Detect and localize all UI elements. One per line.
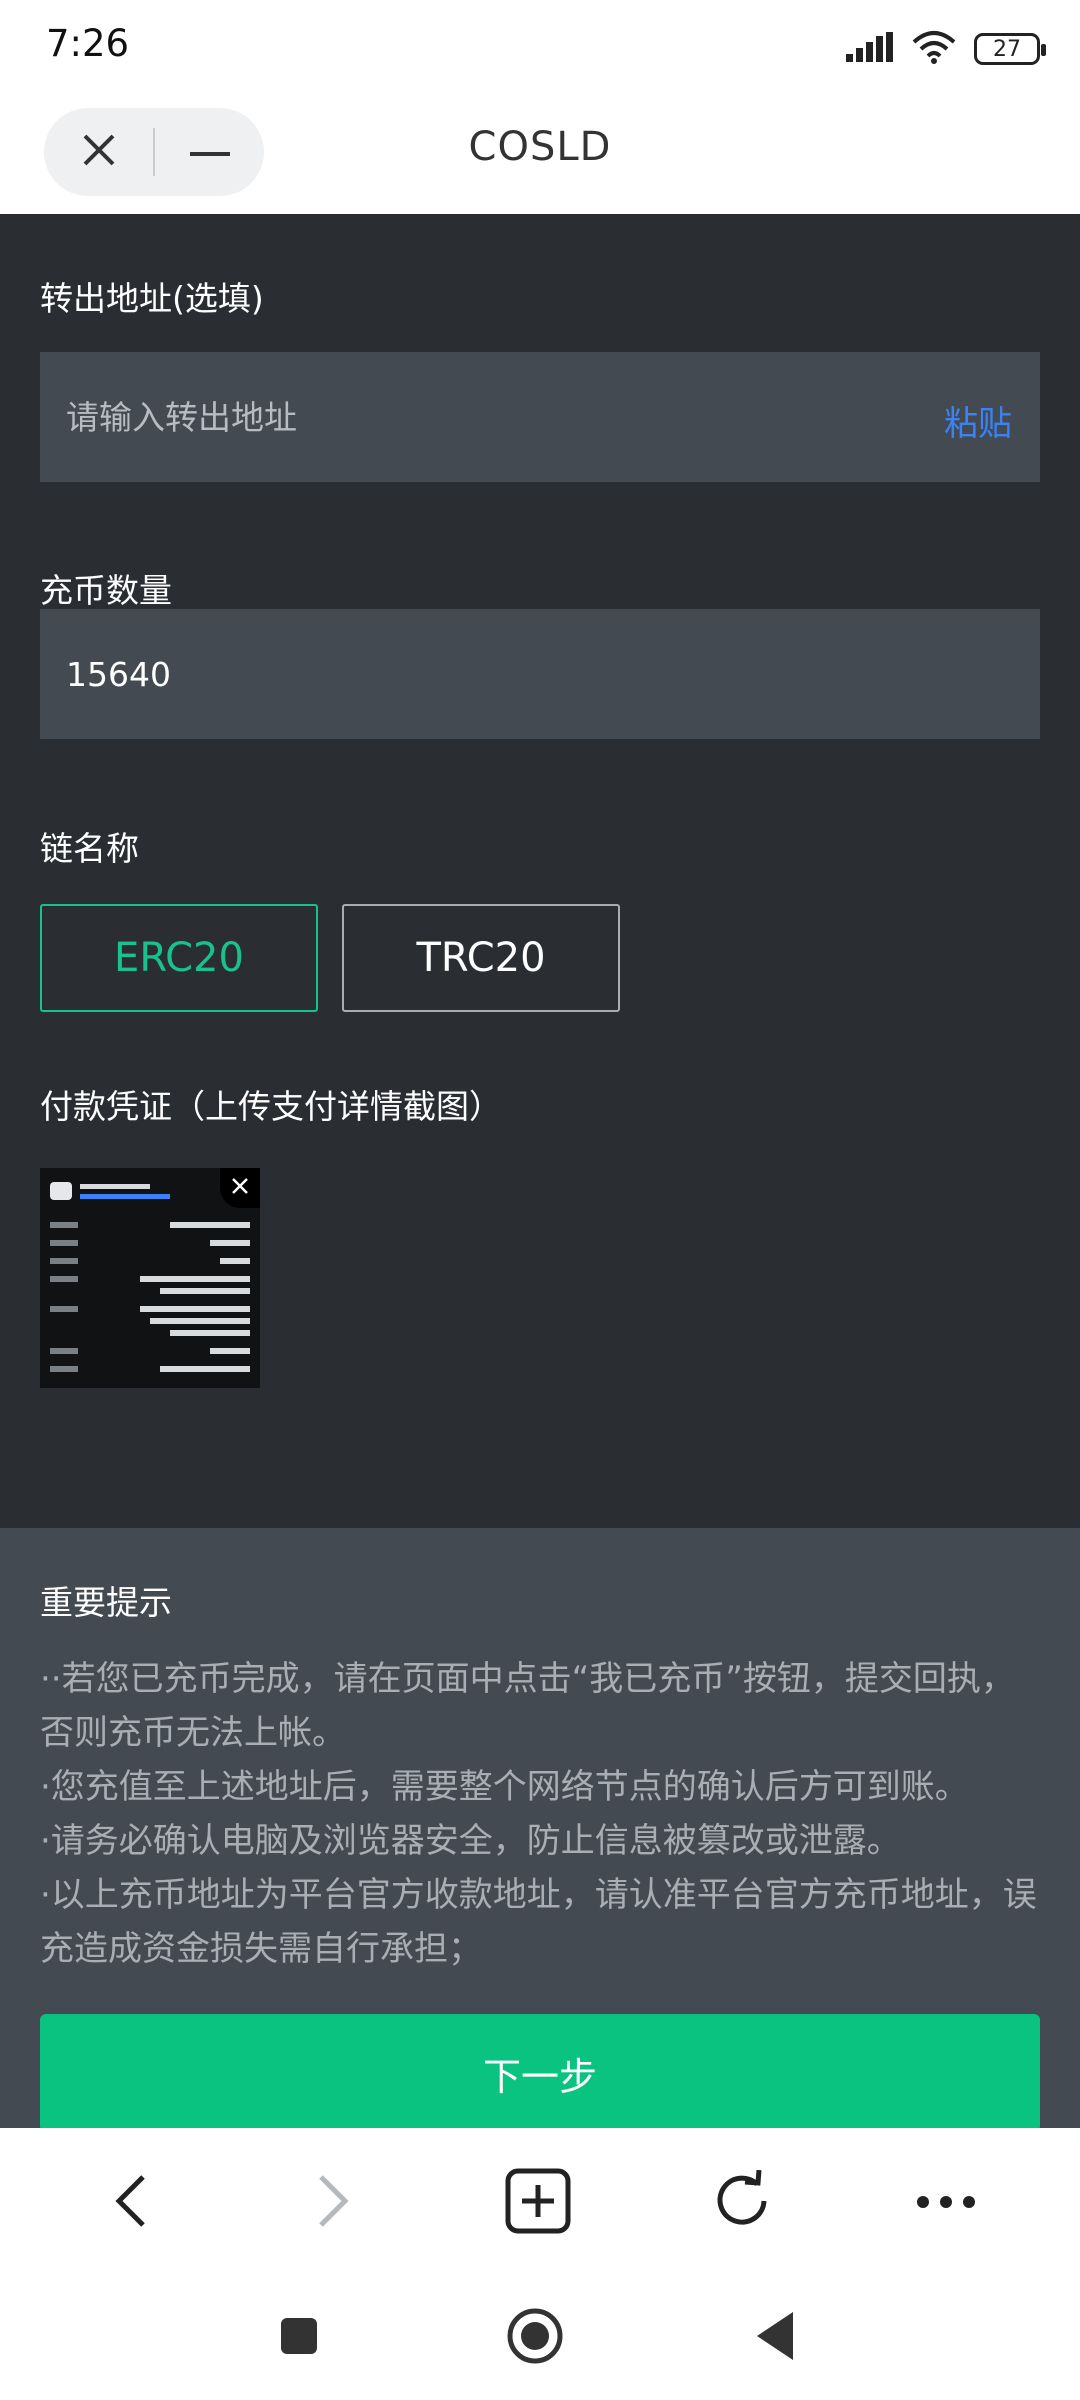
forward-button[interactable] xyxy=(294,2163,374,2243)
close-icon xyxy=(231,1177,249,1199)
nav-back-icon xyxy=(753,2310,797,2366)
address-input[interactable] xyxy=(66,352,866,482)
refresh-icon xyxy=(711,2169,773,2236)
new-tab-button[interactable] xyxy=(498,2163,578,2243)
next-step-button[interactable]: 下一步 xyxy=(40,2014,1040,2132)
recents-button[interactable] xyxy=(264,2303,334,2373)
receipt-header-graphic xyxy=(50,1182,170,1200)
receipt-row xyxy=(50,1330,250,1338)
refresh-button[interactable] xyxy=(702,2163,782,2243)
notice-title: 重要提示 xyxy=(40,1583,172,1622)
home-button[interactable] xyxy=(500,2303,570,2373)
amount-input[interactable] xyxy=(66,609,866,739)
more-icon xyxy=(916,2194,976,2213)
receipt-row xyxy=(50,1348,250,1356)
paste-button[interactable]: 粘贴 xyxy=(944,396,1012,445)
receipt-row xyxy=(50,1222,250,1230)
status-icons: 27 xyxy=(846,30,1046,68)
receipt-row xyxy=(50,1240,250,1248)
receipt-row xyxy=(50,1306,250,1314)
notice-line: ·您充值至上述地址后，需要整个网络节点的确认后方可到账。 xyxy=(40,1767,969,1807)
remove-voucher-button[interactable] xyxy=(220,1168,260,1208)
chain-label: 链名称 xyxy=(40,829,139,868)
browser-toolbar xyxy=(0,2128,1080,2278)
deposit-form: 转出地址(选填) 粘贴 充币数量 链名称 ERC20 TRC20 付款凭证（上传… xyxy=(0,214,1080,1528)
back-icon xyxy=(113,2173,147,2233)
address-field: 粘贴 xyxy=(40,352,1040,482)
receipt-row xyxy=(50,1318,250,1326)
more-button[interactable] xyxy=(906,2163,986,2243)
amount-label: 充币数量 xyxy=(40,571,172,610)
page-title: COSLD xyxy=(468,124,612,170)
notice-line: ··若您已充币完成，请在页面中点击“我已充币”按钮，提交回执，否则充币无法上帐。 xyxy=(40,1659,1015,1753)
notice-body: ··若您已充币完成，请在页面中点击“我已充币”按钮，提交回执，否则充币无法上帐。… xyxy=(40,1652,1040,1976)
title-bar: COSLD xyxy=(0,100,1080,214)
status-time: 7:26 xyxy=(46,22,130,65)
wifi-icon xyxy=(912,30,956,68)
chain-option-erc20[interactable]: ERC20 xyxy=(40,904,318,1012)
notice-line: ·请务必确认电脑及浏览器安全，防止信息被篡改或泄露。 xyxy=(40,1821,901,1861)
back-button[interactable] xyxy=(90,2163,170,2243)
system-nav-bar xyxy=(0,2278,1080,2400)
voucher-thumbnail[interactable] xyxy=(40,1168,260,1388)
receipt-row xyxy=(50,1366,250,1374)
new-tab-icon xyxy=(505,2168,571,2238)
receipt-row xyxy=(50,1288,250,1296)
receipt-row xyxy=(50,1276,250,1284)
nav-back-button[interactable] xyxy=(740,2303,810,2373)
recents-icon xyxy=(279,2316,319,2360)
notice-line: ·以上充币地址为平台官方收款地址，请认准平台官方充币地址，误充造成资金损失需自行… xyxy=(40,1875,1037,1969)
address-label: 转出地址(选填) xyxy=(40,279,264,318)
chain-option-trc20[interactable]: TRC20 xyxy=(342,904,620,1012)
receipt-row xyxy=(50,1258,250,1266)
battery-icon: 27 xyxy=(974,33,1046,65)
forward-icon xyxy=(317,2173,351,2233)
voucher-label: 付款凭证（上传支付详情截图） xyxy=(40,1087,502,1126)
amount-field xyxy=(40,609,1040,739)
home-icon xyxy=(505,2306,565,2370)
status-bar: 7:26 27 xyxy=(0,0,1080,100)
signal-icon xyxy=(846,32,894,66)
